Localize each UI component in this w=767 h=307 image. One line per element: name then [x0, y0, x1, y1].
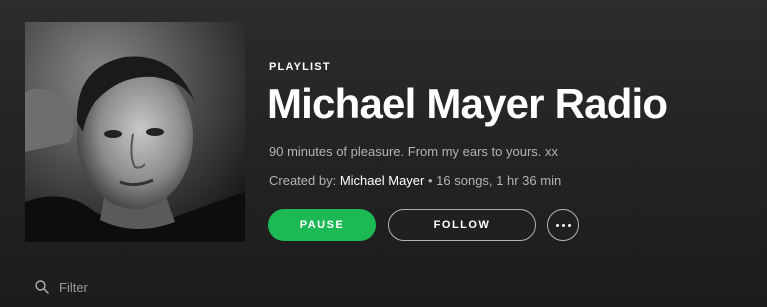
- owner-link[interactable]: Michael Mayer: [340, 173, 425, 188]
- more-options-button[interactable]: [547, 209, 579, 241]
- playlist-stats: 16 songs, 1 hr 36 min: [436, 173, 562, 188]
- playlist-type-label: PLAYLIST: [269, 61, 331, 73]
- search-icon: [35, 280, 49, 294]
- more-dots-icon: [555, 223, 571, 227]
- playlist-cover-image[interactable]: [25, 22, 245, 242]
- playlist-meta: Created by: Michael Mayer • 16 songs, 1 …: [269, 173, 561, 188]
- filter-input[interactable]: [59, 279, 209, 295]
- meta-separator: •: [427, 173, 433, 188]
- playlist-title: Michael Mayer Radio: [267, 80, 668, 127]
- playlist-description: 90 minutes of pleasure. From my ears to …: [269, 144, 558, 159]
- cover-portrait-image: [25, 22, 245, 242]
- filter-bar[interactable]: [35, 277, 209, 297]
- follow-button[interactable]: FOLLOW: [388, 209, 536, 241]
- pause-button[interactable]: PAUSE: [268, 209, 376, 241]
- created-by-label: Created by:: [269, 173, 337, 188]
